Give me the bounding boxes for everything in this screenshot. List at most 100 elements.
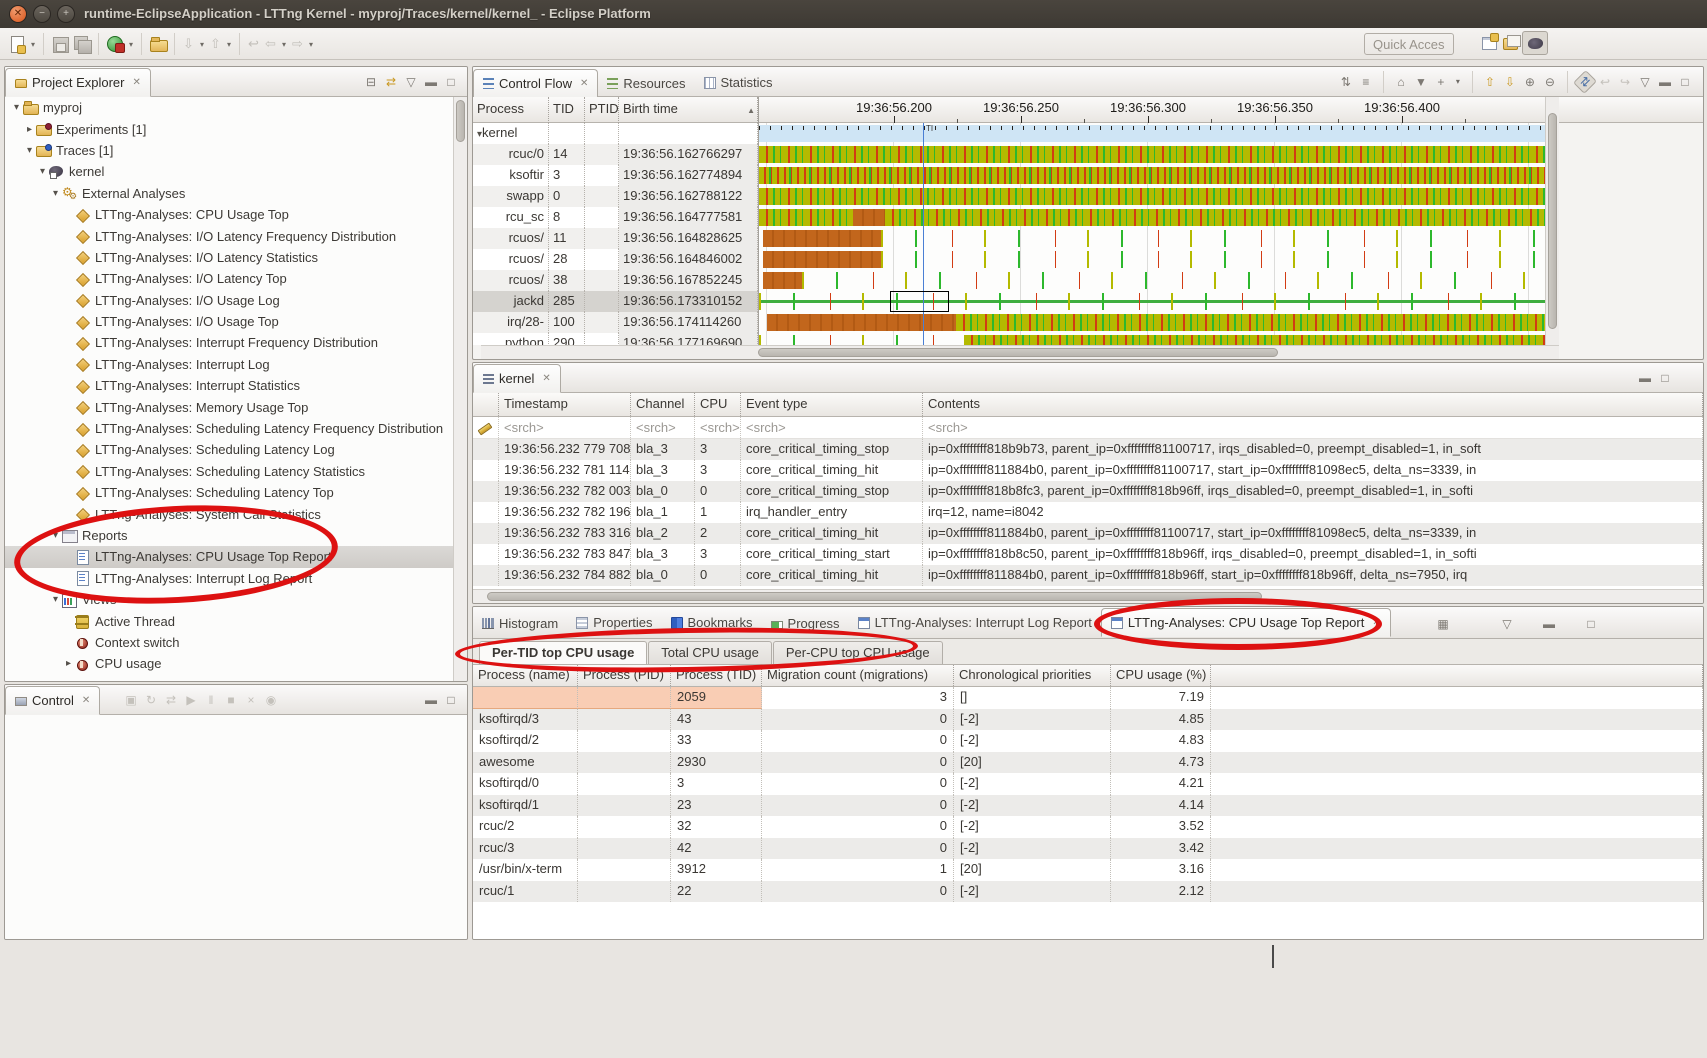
next-marker-icon[interactable]: ↪: [1617, 75, 1633, 89]
control-flow-hscrollbar[interactable]: [481, 345, 1559, 359]
zoom-in-icon[interactable]: ⊕: [1522, 75, 1538, 89]
event-row[interactable]: 19:36:56.232 783 316bla_22core_critical_…: [473, 523, 1703, 544]
column-timestamp[interactable]: Timestamp: [499, 393, 631, 416]
tree-item-lttng-analyses-interrupt-statistics[interactable]: LTTng-Analyses: Interrupt Statistics: [5, 375, 453, 396]
quick-access-input[interactable]: [1364, 33, 1454, 55]
tab-project-explorer[interactable]: Project Explorer ✕: [5, 68, 151, 97]
tab-progress[interactable]: Progress: [762, 609, 849, 638]
process-row-swapp0[interactable]: swapp019:36:56.162788122: [473, 186, 758, 207]
sash-handle[interactable]: [1272, 945, 1274, 968]
report-row-rcuc-2[interactable]: rcuc/2320[-2]3.52: [473, 816, 1703, 838]
lttng-kernel-perspective-button[interactable]: [1522, 31, 1548, 55]
forward-dropdown-icon[interactable]: ▾: [306, 40, 316, 49]
timeline-row-rcuos-28[interactable]: [759, 249, 1546, 270]
timeline-row-jackd285[interactable]: [759, 291, 1546, 312]
save-all-icon[interactable]: [72, 34, 92, 54]
search-timestamp-field[interactable]: <srch>: [499, 417, 631, 438]
view-menu-icon[interactable]: ▽: [1637, 75, 1653, 89]
report-row-ksoftirqd-3[interactable]: ksoftirqd/3430[-2]4.85: [473, 709, 1703, 731]
column-contents[interactable]: Contents: [923, 393, 1703, 416]
show-legend-icon[interactable]: ≡: [1358, 75, 1374, 89]
pause-session-icon[interactable]: ‖: [203, 693, 219, 707]
search-contents-field[interactable]: <srch>: [923, 417, 1703, 438]
filter-icon[interactable]: ▼: [1413, 75, 1429, 89]
tab-histogram[interactable]: Histogram: [473, 609, 567, 638]
time-axis[interactable]: 19:36:56.20019:36:56.25019:36:56.30019:3…: [758, 97, 1546, 123]
select-next-event-icon[interactable]: ⇩: [1502, 75, 1518, 89]
tab-resources[interactable]: Resources: [598, 69, 694, 98]
tree-item-lttng-analyses-interrupt-log[interactable]: LTTng-Analyses: Interrupt Log: [5, 354, 453, 375]
tree-item-active-thread[interactable]: Active Thread: [5, 610, 453, 631]
close-tab-icon[interactable]: ✕: [542, 373, 550, 384]
tree-item-views[interactable]: ▾Views: [5, 589, 453, 610]
events-hscrollbar[interactable]: [473, 589, 1703, 603]
tree-item-lttng-analyses-scheduling-latency-statistics[interactable]: LTTng-Analyses: Scheduling Latency Stati…: [5, 461, 453, 482]
view-menu-icon[interactable]: ▽: [1499, 617, 1515, 631]
back-dropdown-icon[interactable]: ▾: [279, 40, 289, 49]
maximize-view-icon[interactable]: □: [443, 693, 459, 707]
column-process-tid[interactable]: Process (TID): [671, 665, 762, 686]
event-row[interactable]: 19:36:56.232 783 847bla_33core_critical_…: [473, 544, 1703, 565]
new-connection-icon[interactable]: ▣: [123, 693, 139, 707]
open-perspective-icon[interactable]: [1479, 33, 1499, 53]
tree-item-lttng-analyses-system-call-statistics[interactable]: LTTng-Analyses: System Call Statistics: [5, 503, 453, 524]
tree-item-kernel[interactable]: ▾kernel: [5, 161, 453, 182]
tree-item-cpu-usage[interactable]: ▸CPU usage: [5, 653, 453, 674]
connect-icon[interactable]: ⇄: [163, 693, 179, 707]
timeline-row-irq-28-100[interactable]: [759, 312, 1546, 333]
last-edit-icon[interactable]: ↩: [245, 36, 262, 52]
collapse-arrow-icon[interactable]: ▾: [10, 102, 23, 113]
maximize-view-icon[interactable]: □: [443, 75, 459, 89]
tree-item-lttng-analyses-i-o-usage-top[interactable]: LTTng-Analyses: I/O Usage Top: [5, 311, 453, 332]
collapse-arrow-icon[interactable]: ▾: [23, 145, 36, 156]
report-row-ksoftirqd-2[interactable]: ksoftirqd/2330[-2]4.83: [473, 730, 1703, 752]
collapse-all-icon[interactable]: ⊟: [363, 75, 379, 89]
close-tab-icon[interactable]: ✕: [1372, 617, 1380, 628]
timeline-row-python290[interactable]: [759, 333, 1546, 345]
search-cpu-field[interactable]: <srch>: [695, 417, 741, 438]
event-row[interactable]: 19:36:56.232 781 114bla_33core_critical_…: [473, 460, 1703, 481]
process-row-jackd285[interactable]: jackd28519:36:56.173310152: [473, 291, 758, 312]
tab-lttng-analyses-interrupt-log-report[interactable]: LTTng-Analyses: Interrupt Log Report: [849, 608, 1101, 637]
destroy-session-icon[interactable]: ×: [243, 693, 259, 707]
minimize-view-icon[interactable]: ▬: [1541, 617, 1557, 631]
window-maximize-button[interactable]: +: [57, 5, 75, 23]
timeline-row-rcu-sc8[interactable]: [759, 207, 1546, 228]
maximize-view-icon[interactable]: □: [1657, 371, 1673, 385]
import-icon[interactable]: ⇩: [180, 36, 197, 52]
collapse-arrow-icon[interactable]: ▾: [49, 594, 62, 605]
tab-bookmarks[interactable]: Bookmarks: [662, 608, 762, 637]
column-process[interactable]: Process: [473, 97, 549, 123]
tree-item-external-analyses[interactable]: ▾External Analyses: [5, 183, 453, 204]
stop-session-icon[interactable]: ■: [223, 693, 239, 707]
reset-time-range-icon[interactable]: ⌂: [1393, 75, 1409, 89]
tree-item-lttng-analyses-i-o-latency-frequency-distribution[interactable]: LTTng-Analyses: I/O Latency Frequency Di…: [5, 225, 453, 246]
tree-item-experiments-1[interactable]: ▸Experiments [1]: [5, 118, 453, 139]
project-explorer-scrollbar[interactable]: [453, 97, 467, 681]
subtab-per-tid-top-cpu-usage[interactable]: Per-TID top CPU usage: [479, 641, 647, 664]
event-row[interactable]: 19:36:56.232 779 708bla_33core_critical_…: [473, 439, 1703, 460]
minimize-view-icon[interactable]: ▬: [423, 693, 439, 707]
tab-control[interactable]: Control ✕: [5, 686, 100, 715]
export-icon[interactable]: ⇧: [207, 36, 224, 52]
maximize-view-icon[interactable]: □: [1583, 617, 1599, 631]
process-row-irq-28-100[interactable]: irq/28-10019:36:56.174114260: [473, 312, 758, 333]
search-channel-field[interactable]: <srch>: [631, 417, 695, 438]
column-process-pid[interactable]: Process (PID): [578, 665, 671, 686]
markers-dropdown-icon[interactable]: ▾: [1453, 77, 1463, 86]
expand-arrow-icon[interactable]: ▸: [62, 658, 75, 669]
column-tid[interactable]: TID: [549, 97, 585, 123]
column-process-name[interactable]: Process (name): [473, 665, 578, 686]
tree-item-lttng-analyses-i-o-latency-top[interactable]: LTTng-Analyses: I/O Latency Top: [5, 268, 453, 289]
column-migration-count[interactable]: Migration count (migrations): [762, 665, 954, 686]
subtab-total-cpu-usage[interactable]: Total CPU usage: [648, 641, 772, 664]
tree-item-lttng-analyses-interrupt-log-report[interactable]: LTTng-Analyses: Interrupt Log Report: [5, 568, 453, 589]
zoom-out-icon[interactable]: ⊖: [1542, 75, 1558, 89]
report-row-ksoftirqd-0[interactable]: ksoftirqd/030[-2]4.21: [473, 773, 1703, 795]
tab-kernel-events[interactable]: kernel ✕: [473, 364, 561, 393]
report-row-usr-bin-x-term[interactable]: /usr/bin/x-term39121[20]3.16: [473, 859, 1703, 881]
export-dropdown-icon[interactable]: ▾: [224, 40, 234, 49]
tab-statistics[interactable]: Statistics: [695, 68, 782, 97]
record-session-icon[interactable]: [105, 34, 125, 54]
tab-lttng-analyses-cpu-usage-top-report[interactable]: LTTng-Analyses: CPU Usage Top Report✕: [1101, 608, 1391, 637]
